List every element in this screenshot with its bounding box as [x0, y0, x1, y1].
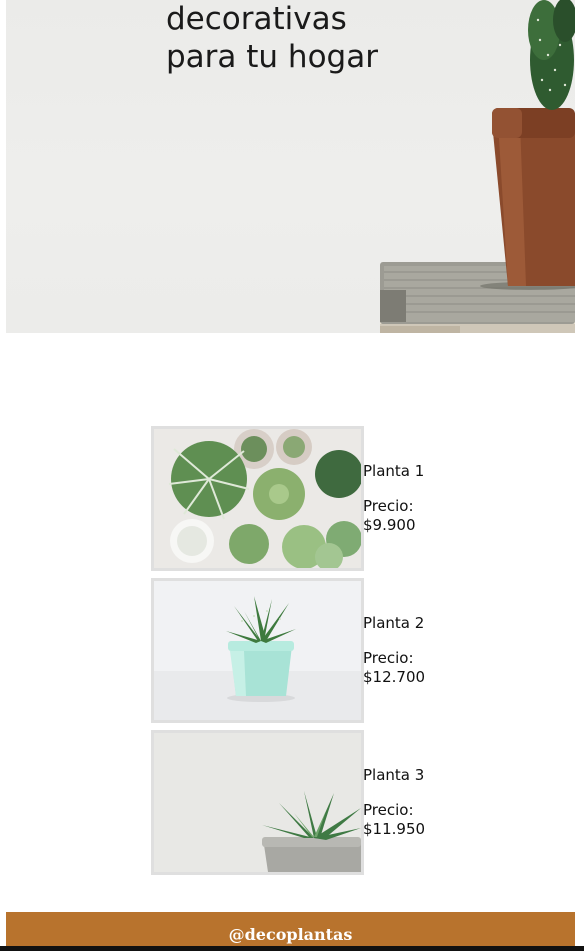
- product-list: Planta 1 Precio: $9.900 Planta 2 Precio:…: [151, 426, 441, 882]
- price-value: $11.950: [363, 820, 426, 838]
- social-handle-link[interactable]: @decoplantas: [229, 926, 353, 944]
- hero-title-line-2: para tu hogar: [166, 39, 378, 75]
- succulents-assortment-image[interactable]: [151, 426, 364, 571]
- cactus-pot-books-image: [380, 0, 575, 333]
- product-info-3: Planta 3 Precio: $11.950: [363, 766, 443, 839]
- product-info-1: Planta 1 Precio: $9.900: [363, 462, 443, 535]
- hero-banner: decorativas para tu hogar: [6, 0, 575, 333]
- product-name: Planta 1: [363, 462, 425, 480]
- page: decorativas para tu hogar Planta 1 Preci…: [0, 0, 584, 951]
- hero-title-line-1: decorativas: [166, 1, 347, 37]
- product-price: Precio: $11.950: [363, 801, 443, 839]
- product-card-3[interactable]: Planta 3 Precio: $11.950: [151, 730, 441, 875]
- product-card-2[interactable]: Planta 2 Precio: $12.700: [151, 578, 441, 723]
- price-label: Precio:: [363, 801, 414, 819]
- price-label: Precio:: [363, 497, 414, 515]
- price-value: $9.900: [363, 516, 416, 534]
- aloe-mint-pot-image[interactable]: [151, 578, 364, 723]
- product-price: Precio: $12.700: [363, 649, 443, 687]
- price-value: $12.700: [363, 668, 426, 686]
- hero-title: decorativas para tu hogar: [166, 0, 378, 76]
- product-price: Precio: $9.900: [363, 497, 443, 535]
- product-name: Planta 3: [363, 766, 425, 784]
- product-name: Planta 2: [363, 614, 425, 632]
- footer: @decoplantas: [6, 912, 575, 946]
- product-info-2: Planta 2 Precio: $12.700: [363, 614, 443, 687]
- product-card-1[interactable]: Planta 1 Precio: $9.900: [151, 426, 441, 571]
- price-label: Precio:: [363, 649, 414, 667]
- bottom-edge-bar: [0, 946, 584, 951]
- succulent-gray-pot-image[interactable]: [151, 730, 364, 875]
